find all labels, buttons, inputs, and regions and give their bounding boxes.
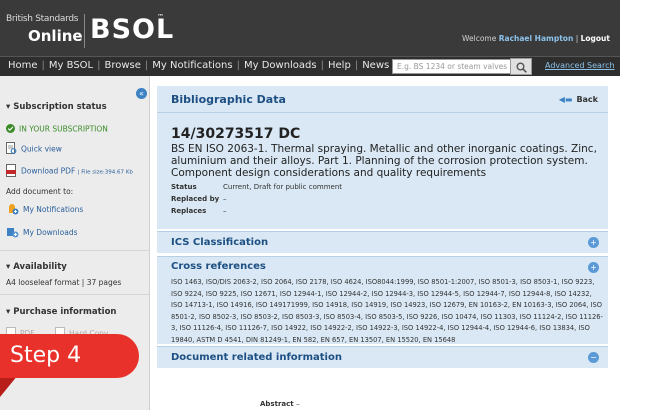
search-input[interactable]: E.g. BS 1234 or steam valves [392, 59, 516, 74]
main-nav-bar: Home | My BSOL | Browse | My Notifications | My … [0, 56, 620, 76]
quick-view-label: Quick view [21, 144, 62, 154]
cross-references-section: Cross references + ISO 1463, ISO/DIS 206… [157, 256, 608, 344]
subscription-status: IN YOUR SUBSCRIPTION [6, 124, 108, 135]
cross-references-list: ISO 1463, ISO/DIS 2063-2, ISO 2064, ISO … [171, 278, 603, 344]
document-title: BS EN ISO 2063-1. Thermal spraying. Meta… [171, 143, 597, 179]
brand-small-text: British Standards [6, 14, 79, 24]
notification-add-icon [6, 203, 19, 217]
nav-separator: | [144, 60, 149, 71]
abstract-value: – [296, 400, 300, 408]
my-notifications-label: My Notifications [23, 205, 84, 214]
status-label: Status [171, 183, 197, 191]
welcome-prefix: Welcome [462, 34, 497, 43]
file-size: File size:394.67 Kb [81, 169, 133, 176]
nav-separator: | [97, 60, 101, 71]
sidebar-divider [0, 294, 150, 295]
my-downloads-label: My Downloads [23, 228, 78, 237]
ics-heading: ICS Classification [171, 237, 269, 248]
triangle-down-icon: ▾ [6, 307, 11, 317]
panel-title: Bibliographic Data [171, 93, 286, 106]
download-pdf-label: Download PDF [21, 166, 76, 176]
availability-heading[interactable]: ▾ Availability [6, 262, 67, 272]
replaces-row: Replaces – [171, 207, 227, 215]
pdf-icon [6, 164, 17, 179]
brand-online-text: Online [28, 27, 83, 45]
my-notifications-link[interactable]: My Notifications [6, 203, 83, 217]
check-circle-icon [6, 124, 15, 135]
welcome-area: Welcome Rachael Hampton | Logout [462, 34, 610, 43]
back-label: Back [576, 95, 598, 104]
triangle-down-icon: ▾ [6, 262, 11, 272]
nav-my-bsol[interactable]: My BSOL [49, 60, 93, 71]
my-downloads-link[interactable]: My Downloads [6, 226, 77, 240]
download-add-icon [6, 226, 19, 240]
nav-separator: | [41, 60, 45, 71]
expand-icon[interactable]: + [588, 237, 599, 248]
abstract-row: Abstract – [260, 400, 300, 408]
abstract-label: Abstract [260, 400, 294, 408]
nav-help[interactable]: Help [328, 60, 351, 71]
document-related-heading: Document related information [171, 352, 342, 363]
availability-heading-label: Availability [13, 262, 67, 272]
welcome-divider: | [575, 34, 579, 43]
document-detail: 14/30273517 DC BS EN ISO 2063-1. Thermal… [157, 113, 608, 229]
step-banner: Step 4 [0, 334, 139, 378]
download-pdf-link[interactable]: Download PDF | File size:394.67 Kb [6, 164, 133, 179]
cross-references-heading: Cross references [171, 261, 266, 272]
status-row: Status Current, Draft for public comment [171, 183, 342, 191]
replaces-value: – [223, 207, 227, 215]
document-related-section-header[interactable]: Document related information − [157, 346, 608, 368]
sidebar-divider [0, 250, 150, 251]
purchase-heading-label: Purchase information [13, 307, 117, 317]
expand-icon[interactable]: + [588, 262, 599, 273]
advanced-search-link[interactable]: Advanced Search [545, 61, 615, 70]
document-view-icon [6, 142, 17, 157]
document-id: 14/30273517 DC [171, 126, 301, 142]
nav-news[interactable]: News [362, 60, 389, 71]
nav-browse[interactable]: Browse [104, 60, 140, 71]
nav-home[interactable]: Home [8, 60, 38, 71]
replaces-label: Replaces [171, 207, 207, 215]
subscription-state: IN YOUR SUBSCRIPTION [19, 124, 108, 134]
subscription-heading[interactable]: ▾ Subscription status [6, 102, 107, 112]
nav-my-downloads[interactable]: My Downloads [244, 60, 317, 71]
quick-view-link[interactable]: Quick view [6, 142, 62, 157]
logout-link[interactable]: Logout [581, 34, 610, 43]
ics-section-header[interactable]: ICS Classification + [157, 231, 608, 253]
back-button[interactable]: ◀▬ Back [559, 95, 598, 104]
nav-separator: | [354, 60, 359, 71]
step-banner-tail [0, 375, 18, 397]
search-button[interactable] [510, 58, 532, 75]
replaced-by-value: – [223, 195, 227, 203]
nav-separator: | [320, 60, 324, 71]
collapse-icon[interactable]: − [588, 352, 599, 363]
bibliographic-panel-header: Bibliographic Data ◀▬ Back [157, 86, 608, 113]
document-related-body [157, 368, 608, 410]
collapse-sidebar-icon[interactable]: « [136, 88, 147, 99]
trademark-mark: ™ [157, 13, 164, 21]
user-name: Rachael Hampton [498, 34, 574, 43]
status-value: Current, Draft for public comment [223, 183, 343, 191]
add-document-label: Add document to: [6, 187, 74, 196]
main-nav: Home | My BSOL | Browse | My Notifications | My … [8, 60, 401, 71]
replaced-by-label: Replaced by [171, 195, 220, 203]
search-icon [516, 62, 527, 73]
subscription-heading-label: Subscription status [13, 102, 107, 112]
site-header: British Standards Online BSOL ™ Welcome … [0, 0, 620, 56]
nav-separator: | [236, 60, 240, 71]
back-arrow-icon: ◀▬ [558, 95, 573, 104]
replaced-by-row: Replaced by – [171, 195, 227, 203]
availability-text: A4 looseleaf format | 37 pages [6, 278, 122, 287]
triangle-down-icon: ▾ [6, 102, 11, 112]
purchase-heading[interactable]: ▾ Purchase information [6, 307, 117, 317]
nav-my-notifications[interactable]: My Notifications [152, 60, 232, 71]
logo-divider [84, 14, 85, 48]
